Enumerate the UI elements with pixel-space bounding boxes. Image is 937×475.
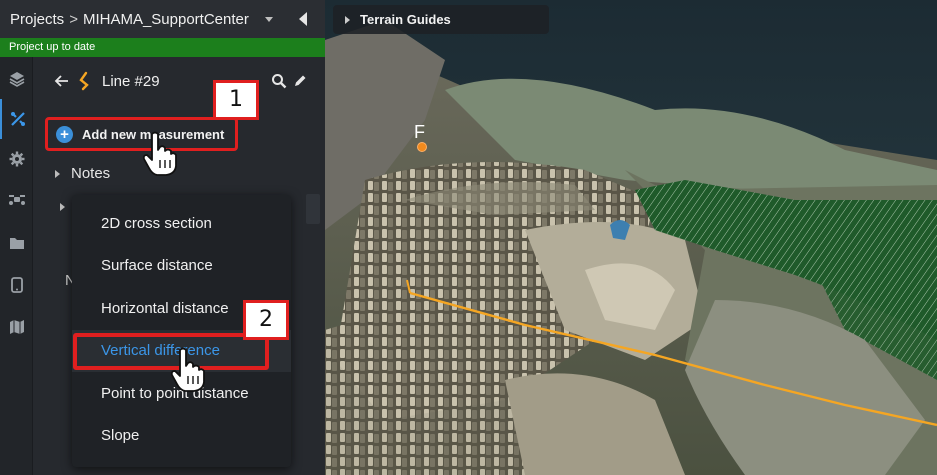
point-label: F (414, 122, 425, 142)
menu-item-2d-cross-section[interactable]: 2D cross section (72, 203, 291, 245)
step-callout-2: 2 (243, 300, 289, 340)
measurement-point-marker[interactable] (417, 142, 427, 152)
edit-pencil-icon[interactable] (292, 73, 308, 89)
terrain-guides-label: Terrain Guides (360, 12, 451, 27)
mobile-device-icon[interactable] (0, 265, 33, 305)
terrain-guides-toggle[interactable]: Terrain Guides (333, 5, 549, 34)
collapse-panel-icon[interactable] (299, 12, 307, 26)
menu-item-surface-distance[interactable]: Surface distance (72, 245, 291, 287)
3d-viewport[interactable]: Terrain Guides F (325, 0, 937, 475)
back-arrow-icon[interactable] (54, 73, 70, 89)
layers-icon[interactable] (0, 59, 33, 99)
status-bar: Project up to date (0, 38, 325, 57)
line-header: Line #29 (34, 67, 325, 97)
hand-cursor-icon (170, 347, 205, 392)
menu-item-slope[interactable]: Slope (72, 415, 291, 457)
expand-arrow-icon[interactable] (345, 15, 350, 24)
add-plus-icon: + (56, 125, 73, 143)
map-icon[interactable] (0, 307, 33, 347)
notes-tree-item[interactable]: Notes (55, 165, 110, 182)
folder-icon[interactable] (0, 223, 33, 263)
expand-arrow-icon[interactable] (60, 203, 65, 211)
line-title: Line #29 (102, 73, 160, 90)
icon-rail (0, 57, 33, 475)
notes-label: Notes (71, 165, 111, 182)
project-dropdown-icon[interactable] (264, 16, 273, 22)
settings-gear-icon[interactable] (0, 139, 33, 179)
expand-arrow-icon[interactable] (55, 169, 60, 178)
polyline-icon (79, 71, 89, 91)
side-panel: Projects > MIHAMA_SupportCenter Project … (0, 0, 325, 475)
projects-link[interactable]: Projects (10, 11, 64, 28)
drone-icon[interactable] (0, 179, 33, 219)
measure-tools-icon[interactable] (0, 99, 33, 139)
breadcrumb-separator: > (69, 10, 78, 28)
zoom-to-icon[interactable] (271, 73, 287, 89)
hand-cursor-icon (142, 131, 177, 176)
project-name[interactable]: MIHAMA_SupportCenter (83, 11, 249, 28)
scrollbar-thumb[interactable] (306, 194, 320, 224)
step-callout-1: 1 (213, 80, 259, 120)
terrain-model[interactable] (325, 0, 937, 475)
project-bar: Projects > MIHAMA_SupportCenter (0, 0, 325, 38)
